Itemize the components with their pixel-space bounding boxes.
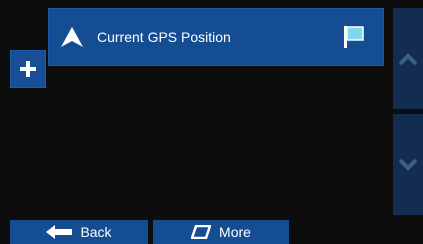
plus-icon	[20, 61, 36, 77]
chevron-up-icon	[398, 52, 418, 65]
more-label: More	[219, 224, 251, 240]
bottom-toolbar: Back More	[0, 220, 423, 244]
back-button[interactable]: Back	[10, 220, 148, 244]
scroll-down-button[interactable]	[393, 114, 423, 215]
back-arrow-icon	[46, 225, 73, 239]
scroll-up-button[interactable]	[393, 8, 423, 109]
navigation-arrow-icon	[61, 27, 83, 47]
more-button[interactable]: More	[153, 220, 289, 244]
add-waypoint-button[interactable]	[10, 50, 46, 88]
back-label: Back	[80, 224, 112, 240]
more-icon	[191, 225, 212, 239]
chevron-down-icon	[398, 158, 418, 171]
destination-flag-icon	[344, 26, 364, 48]
route-label: Current GPS Position	[97, 29, 231, 45]
current-gps-position-row[interactable]: Current GPS Position	[48, 8, 384, 66]
screen: Current GPS Position Back More	[0, 0, 423, 244]
